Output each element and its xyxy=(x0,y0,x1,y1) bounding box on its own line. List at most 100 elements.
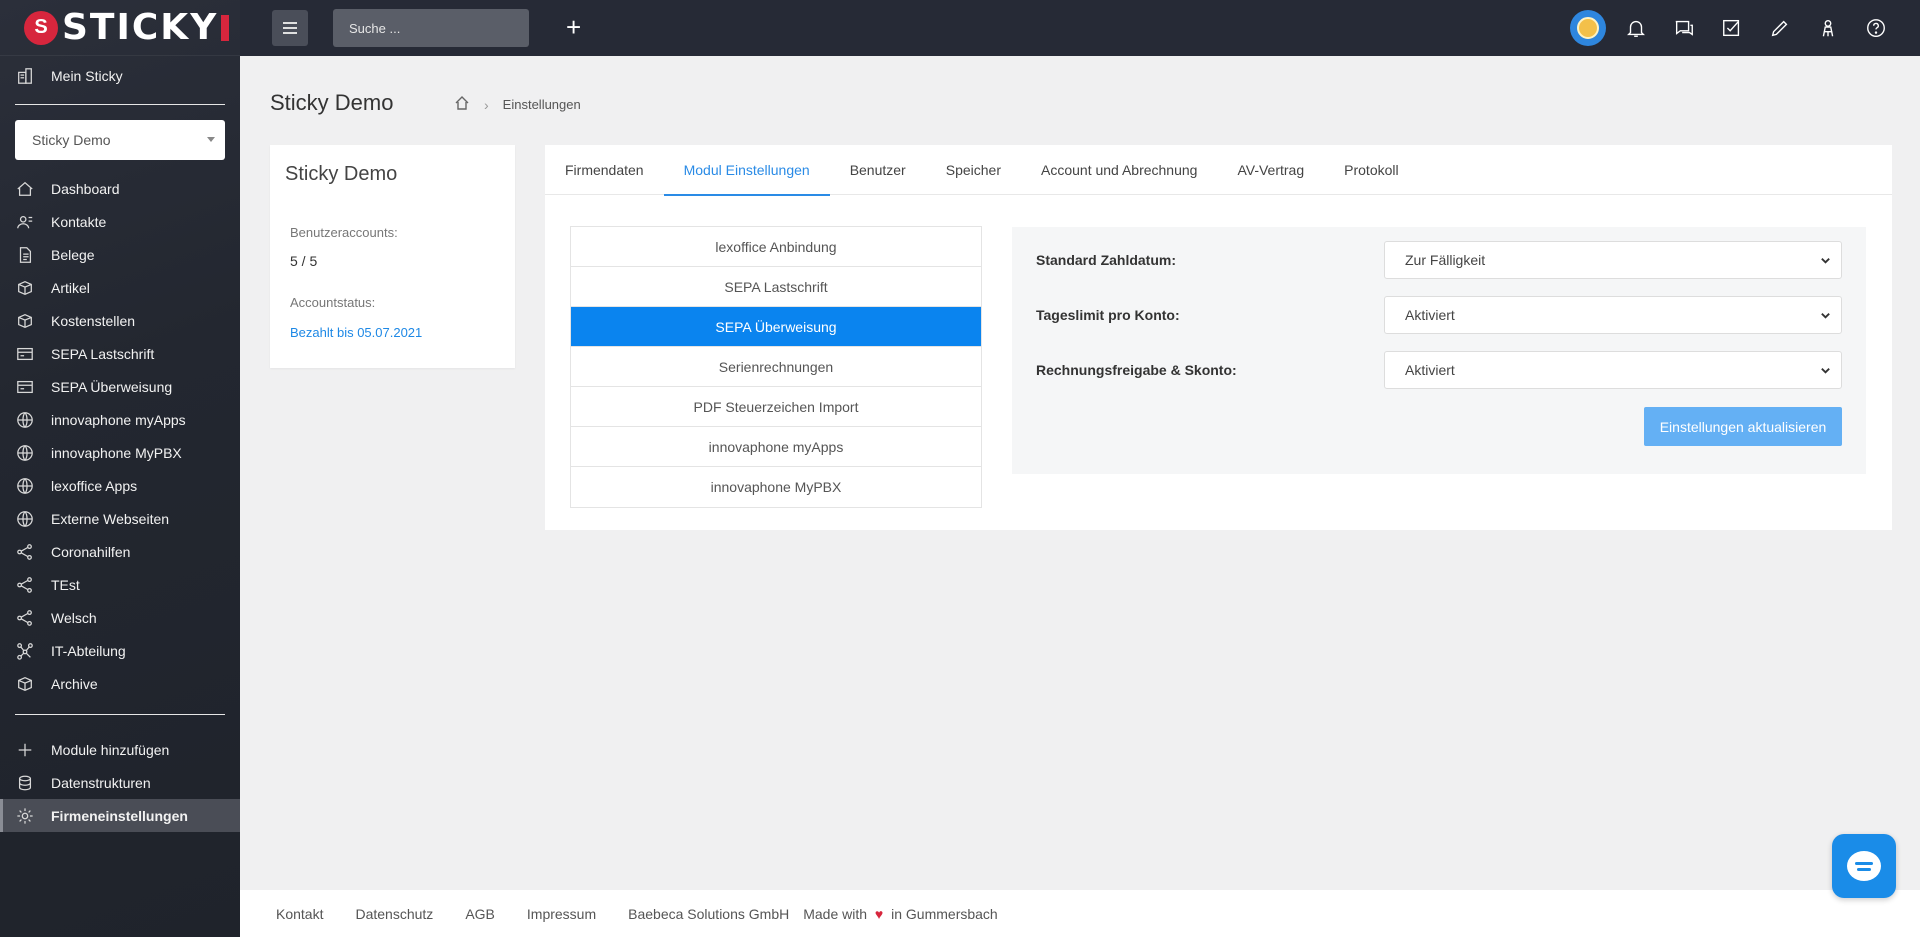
sidebar-item-label: Datenstrukturen xyxy=(51,774,151,791)
module-item-lexoffice-anbindung[interactable]: lexoffice Anbindung xyxy=(571,227,981,267)
help-icon[interactable] xyxy=(1858,10,1894,46)
plus-icon xyxy=(15,740,35,760)
sidebar-item-dashboard[interactable]: Dashboard xyxy=(0,172,240,205)
sidebar-item-sepa-lastschrift[interactable]: SEPA Lastschrift xyxy=(0,337,240,370)
footer-link-impressum[interactable]: Impressum xyxy=(527,906,596,922)
chevron-down-icon xyxy=(1821,368,1830,374)
sidebar-item-it-abteilung[interactable]: IT-Abteilung xyxy=(0,634,240,667)
sidebar-item-innovaphone-mypbx[interactable]: innovaphone MyPBX xyxy=(0,436,240,469)
tab-firmendaten[interactable]: Firmendaten xyxy=(545,145,664,195)
add-button[interactable]: + xyxy=(566,14,581,40)
setting-standard-zahldatum: Standard Zahldatum: Zur Fälligkeit xyxy=(1036,241,1842,279)
sidebar-item-artikel[interactable]: Artikel xyxy=(0,271,240,304)
select-value: Zur Fälligkeit xyxy=(1405,252,1486,268)
box-icon xyxy=(15,674,35,694)
building-icon xyxy=(15,66,35,86)
gear-icon xyxy=(15,806,35,826)
logo-badge xyxy=(221,14,230,41)
topbar: + xyxy=(240,0,1920,56)
box-icon xyxy=(15,311,35,331)
company-select[interactable]: Sticky Demo xyxy=(15,120,225,160)
setting-label: Rechnungsfreigabe & Skonto: xyxy=(1036,362,1237,378)
sidebar-item-label: IT-Abteilung xyxy=(51,642,126,659)
sidebar-item-coronahilfen[interactable]: Coronahilfen xyxy=(0,535,240,568)
sidebar-item-sepa-überweisung[interactable]: SEPA Überweisung xyxy=(0,370,240,403)
module-item-sepa-lastschrift[interactable]: SEPA Lastschrift xyxy=(571,267,981,307)
sidebar-item-archive[interactable]: Archive xyxy=(0,667,240,700)
tab-account-und-abrechnung[interactable]: Account und Abrechnung xyxy=(1021,145,1217,195)
sidebar-item-belege[interactable]: Belege xyxy=(0,238,240,271)
sidebar-item-label: Dashboard xyxy=(51,180,120,197)
accounts-label: Benutzeraccounts: xyxy=(290,225,398,240)
sidebar-item-datenstrukturen[interactable]: Datenstrukturen xyxy=(0,766,240,799)
tasks-icon[interactable] xyxy=(1714,10,1750,46)
made-prefix: Made with xyxy=(803,905,868,922)
sidebar-item-mein-sticky[interactable]: Mein Sticky xyxy=(0,58,240,94)
chevron-down-icon xyxy=(207,137,215,142)
sidebar-item-module-hinzufügen[interactable]: Module hinzufügen xyxy=(0,733,240,766)
footer-link-agb[interactable]: AGB xyxy=(465,906,495,922)
pencil-icon[interactable] xyxy=(1762,10,1798,46)
card-icon xyxy=(15,377,35,397)
footer-link-baebeca-solutions-gmbh[interactable]: Baebeca Solutions GmbH xyxy=(628,906,789,922)
accounts-value: 5 / 5 xyxy=(290,253,318,269)
module-item-innovaphone-mypbx[interactable]: innovaphone MyPBX xyxy=(571,467,981,507)
tab-protokoll[interactable]: Protokoll xyxy=(1324,145,1418,195)
sidebar-item-test[interactable]: TEst xyxy=(0,568,240,601)
zahldatum-select[interactable]: Zur Fälligkeit xyxy=(1384,241,1842,279)
user-icon[interactable] xyxy=(1810,10,1846,46)
settings-card: Firmendaten Modul Einstellungen Benutzer Sp… xyxy=(545,145,1892,530)
tageslimit-select[interactable]: Aktiviert xyxy=(1384,296,1842,334)
footer-link-kontakt[interactable]: Kontakt xyxy=(276,906,323,922)
home-icon xyxy=(15,179,35,199)
contacts-icon xyxy=(15,212,35,232)
globe-icon xyxy=(15,410,35,430)
sidebar-item-label: TEst xyxy=(51,576,80,593)
share-icon xyxy=(15,575,35,595)
chat-widget-button[interactable] xyxy=(1832,834,1896,898)
company-info-card: Sticky Demo Benutzeraccounts: 5 / 5 Acco… xyxy=(270,145,515,368)
made-with-text: Made with ♥ in Gummersbach xyxy=(803,906,998,922)
sidebar-settings-list: Module hinzufügen Datenstrukturen Firmenei… xyxy=(0,733,240,832)
avatar[interactable] xyxy=(1570,10,1606,46)
status-link[interactable]: Bezahlt bis 05.07.2021 xyxy=(290,325,422,340)
company-card-title: Sticky Demo xyxy=(285,163,398,185)
module-item-serienrechnungen[interactable]: Serienrechnungen xyxy=(571,347,981,387)
sidebar-item-welsch[interactable]: Welsch xyxy=(0,601,240,634)
tab-modul-einstellungen[interactable]: Modul Einstellungen xyxy=(663,145,830,196)
settings-tabs: Firmendaten Modul Einstellungen Benutzer Sp… xyxy=(545,145,1892,196)
status-label: Accountstatus: xyxy=(290,295,376,310)
rechnungsfreigabe-select[interactable]: Aktiviert xyxy=(1384,351,1842,389)
sidebar-item-kostenstellen[interactable]: Kostenstellen xyxy=(0,304,240,337)
home-icon[interactable] xyxy=(454,95,470,114)
tab-benutzer[interactable]: Benutzer xyxy=(830,145,926,195)
sidebar-item-label: Belege xyxy=(51,246,95,263)
sidebar-item-lexoffice-apps[interactable]: lexoffice Apps xyxy=(0,469,240,502)
bell-icon[interactable] xyxy=(1618,10,1654,46)
update-settings-button[interactable]: Einstellungen aktualisieren xyxy=(1644,407,1842,446)
sidebar-item-label: Firmeneinstellungen xyxy=(51,807,188,824)
footer-link-datenschutz[interactable]: Datenschutz xyxy=(355,906,433,922)
setting-label: Standard Zahldatum: xyxy=(1036,252,1177,268)
heart-icon: ♥ xyxy=(874,905,884,922)
module-item-sepa-überweisung[interactable]: SEPA Überweisung xyxy=(571,307,981,347)
module-item-innovaphone-myapps[interactable]: innovaphone myApps xyxy=(571,427,981,467)
globe-icon xyxy=(15,443,35,463)
sidebar-item-label: SEPA Lastschrift xyxy=(51,345,155,362)
app-logo[interactable]: S STICKY xyxy=(0,0,240,56)
chat-icon[interactable] xyxy=(1666,10,1702,46)
menu-toggle-button[interactable] xyxy=(272,10,308,46)
sidebar-item-innovaphone-myapps[interactable]: innovaphone myApps xyxy=(0,403,240,436)
setting-tageslimit: Tageslimit pro Konto: Aktiviert xyxy=(1036,296,1842,334)
chevron-down-icon xyxy=(1821,313,1830,319)
sidebar-item-externe-webseiten[interactable]: Externe Webseiten xyxy=(0,502,240,535)
search-input[interactable] xyxy=(333,9,529,47)
module-item-pdf-steuerzeichen-import[interactable]: PDF Steuerzeichen Import xyxy=(571,387,981,427)
sidebar: S STICKY Mein Sticky Sticky Demo Dashboa… xyxy=(0,0,240,937)
sidebar-item-firmeneinstellungen[interactable]: Firmeneinstellungen xyxy=(0,799,240,832)
globe-icon xyxy=(15,476,35,496)
sidebar-item-kontakte[interactable]: Kontakte xyxy=(0,205,240,238)
tab-speicher[interactable]: Speicher xyxy=(926,145,1021,195)
tab-av-vertrag[interactable]: AV-Vertrag xyxy=(1217,145,1324,195)
sidebar-item-label: Module hinzufügen xyxy=(51,741,170,758)
